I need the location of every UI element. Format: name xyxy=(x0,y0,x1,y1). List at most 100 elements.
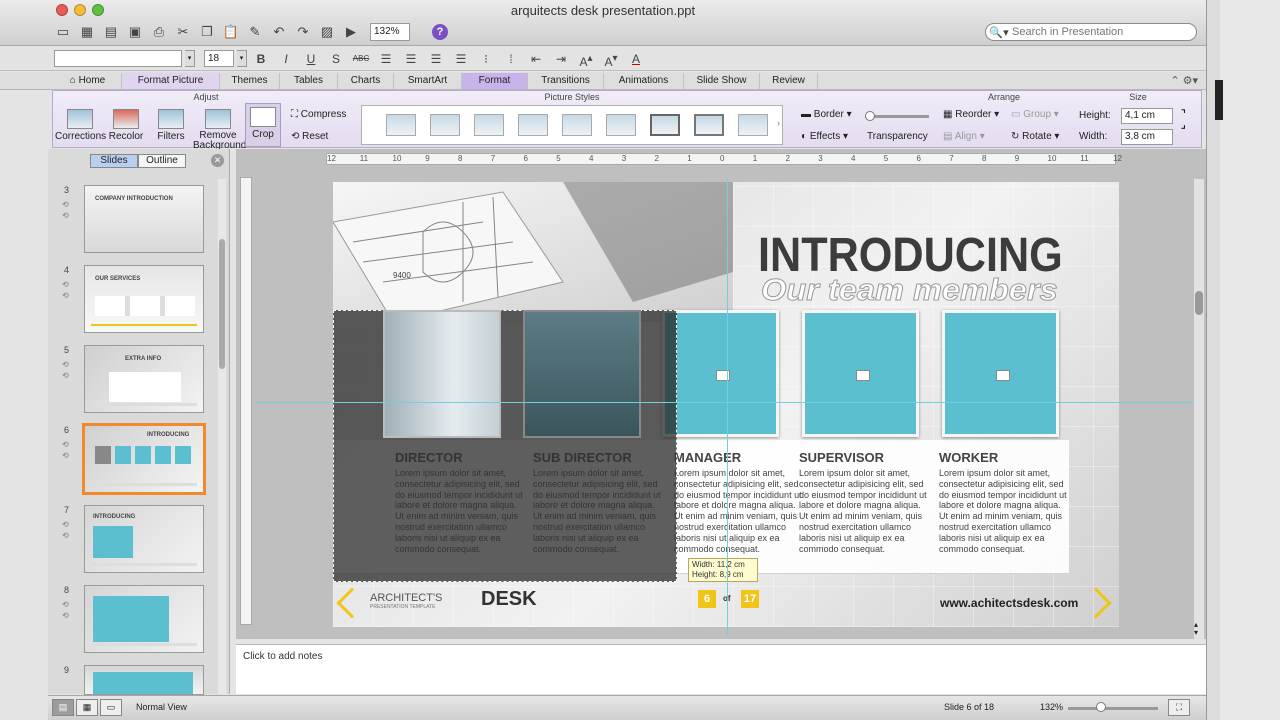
print-icon[interactable]: ⎙ xyxy=(148,22,170,42)
member-sub-director[interactable]: SUB DIRECTOR Lorem ipsum dolor sit amet,… xyxy=(533,450,663,554)
slideshow-view-icon[interactable]: ▭ xyxy=(100,699,122,716)
slideshow-icon[interactable]: ▶ xyxy=(340,22,362,42)
slide-subtitle[interactable]: Our team members xyxy=(760,272,1058,308)
rotate-button[interactable]: ↻ Rotate ▾ xyxy=(1011,131,1059,142)
slide-thumbnail-5[interactable]: 5 ⟲ ⟲ EXTRA INFO xyxy=(48,345,230,421)
compress-button[interactable]: ⛶ Compress xyxy=(291,109,346,120)
close-panel-icon[interactable]: ✕ xyxy=(211,154,224,167)
picture-style-5[interactable] xyxy=(562,114,592,136)
transparency-slider[interactable] xyxy=(865,111,929,121)
font-size-dropdown[interactable]: ▾ xyxy=(237,50,247,67)
tab-outline[interactable]: Outline xyxy=(138,154,186,168)
vertical-guide[interactable] xyxy=(727,179,728,635)
member-director[interactable]: DIRECTOR Lorem ipsum dolor sit amet, con… xyxy=(395,450,525,554)
recolor-button[interactable]: Recolor xyxy=(105,109,147,142)
notes-pane[interactable]: Click to add notes xyxy=(236,644,1206,694)
picture-styles-gallery[interactable]: › xyxy=(361,105,783,145)
slide-thumbnail-6[interactable]: 6 ⟲ ⟲ INTRODUCING xyxy=(48,423,230,501)
tab-charts[interactable]: Charts xyxy=(338,73,394,89)
align-button[interactable]: ▤ Align ▾ xyxy=(943,131,985,142)
undo-icon[interactable]: ↶ xyxy=(268,22,290,42)
filters-button[interactable]: Filters xyxy=(151,109,191,142)
tab-transitions[interactable]: Transitions xyxy=(528,73,604,89)
normal-view-icon[interactable]: ▤ xyxy=(52,699,74,716)
picture-style-4[interactable] xyxy=(518,114,548,136)
insert-picture-icon[interactable]: ▨ xyxy=(316,22,338,42)
align-right-icon[interactable]: ☰ xyxy=(425,50,447,68)
reset-button[interactable]: ⟲ Reset xyxy=(291,131,328,142)
save-icon[interactable]: ▣ xyxy=(124,22,146,42)
picture-style-2[interactable] xyxy=(430,114,460,136)
redo-icon[interactable]: ↷ xyxy=(292,22,314,42)
photo-placeholder-supervisor[interactable] xyxy=(802,310,919,437)
photo-placeholder-worker[interactable] xyxy=(942,310,1059,437)
numbering-icon[interactable]: ⁞ xyxy=(500,50,522,68)
slide-thumbnail-8[interactable]: 8 ⟲ ⟲ xyxy=(48,585,230,661)
increase-indent-icon[interactable]: ⇥ xyxy=(550,50,572,68)
zoom-slider[interactable] xyxy=(1068,702,1158,712)
tab-slide-show[interactable]: Slide Show xyxy=(684,73,760,89)
open-icon[interactable]: ▤ xyxy=(100,22,122,42)
font-name-field[interactable] xyxy=(54,50,182,67)
slide-thumbnail-3[interactable]: 3 ⟲ ⟲ COMPANY INTRODUCTION xyxy=(48,185,230,261)
effects-button[interactable]: ◐ Effects ▾ xyxy=(801,131,848,142)
picture-style-6[interactable] xyxy=(606,114,636,136)
bullets-icon[interactable]: ⁝ xyxy=(475,50,497,68)
picture-style-8[interactable] xyxy=(694,114,724,136)
page-nav-icon[interactable]: ▴ ▾ xyxy=(1194,621,1198,637)
bold-button[interactable]: B xyxy=(250,50,272,68)
increase-font-icon[interactable]: A▴ xyxy=(575,50,597,69)
shadow-button[interactable]: S xyxy=(325,50,347,68)
decrease-font-icon[interactable]: A▾ xyxy=(600,50,622,69)
border-button[interactable]: ▬ Border ▾ xyxy=(801,109,852,120)
remove-background-button[interactable]: Remove Background xyxy=(193,109,246,151)
search-box[interactable]: 🔍▾ xyxy=(985,23,1197,41)
canvas-scrollbar[interactable]: ▴ ▾ xyxy=(1194,179,1204,639)
slides-panel-scrollbar[interactable] xyxy=(218,179,226,694)
picture-style-7[interactable] xyxy=(650,114,680,136)
group-button[interactable]: ▭ Group ▾ xyxy=(1011,109,1059,120)
height-field[interactable]: 4,1 cm xyxy=(1121,108,1173,124)
strikethrough-button[interactable]: ABC xyxy=(350,50,372,68)
reorder-button[interactable]: ▦ Reorder ▾ xyxy=(943,109,999,120)
horizontal-guide[interactable] xyxy=(256,402,1196,403)
search-input[interactable] xyxy=(1012,26,1192,38)
member-manager[interactable]: MANAGER Lorem ipsum dolor sit amet, cons… xyxy=(674,450,804,554)
member-worker[interactable]: WORKER Lorem ipsum dolor sit amet, conse… xyxy=(939,450,1069,554)
photo-placeholder-manager[interactable] xyxy=(662,310,779,437)
align-left-icon[interactable]: ☰ xyxy=(375,50,397,68)
slide-thumbnail-7[interactable]: 7 ⟲ ⟲ INTRODUCING xyxy=(48,505,230,581)
paste-icon[interactable]: 📋 xyxy=(220,22,242,42)
picture-style-9[interactable] xyxy=(738,114,768,136)
width-field[interactable]: 3,8 cm xyxy=(1121,129,1173,145)
tab-tables[interactable]: Tables xyxy=(280,73,338,89)
slide-thumbnail-4[interactable]: 4 ⟲ ⟲ OUR SERVICES xyxy=(48,265,230,341)
zoom-field[interactable]: 132% xyxy=(370,23,410,41)
templates-icon[interactable]: ▦ xyxy=(76,22,98,42)
tab-format[interactable]: Format xyxy=(462,73,528,89)
gallery-scroll-icon[interactable]: › xyxy=(777,118,780,128)
corrections-button[interactable]: Corrections xyxy=(55,109,106,142)
tab-review[interactable]: Review xyxy=(760,73,818,89)
font-color-icon[interactable]: A xyxy=(625,50,647,68)
fit-window-icon[interactable]: ⛶ xyxy=(1168,699,1190,716)
copy-icon[interactable]: ❐ xyxy=(196,22,218,42)
slide-sorter-icon[interactable]: ▦ xyxy=(76,699,98,716)
picture-style-3[interactable] xyxy=(474,114,504,136)
align-center-icon[interactable]: ☰ xyxy=(400,50,422,68)
tab-format-picture[interactable]: Format Picture xyxy=(122,73,220,89)
font-name-dropdown[interactable]: ▾ xyxy=(185,50,195,67)
member-supervisor[interactable]: SUPERVISOR Lorem ipsum dolor sit amet, c… xyxy=(799,450,929,554)
tab-animations[interactable]: Animations xyxy=(604,73,684,89)
picture-style-1[interactable] xyxy=(386,114,416,136)
tab-smartart[interactable]: SmartArt xyxy=(394,73,462,89)
help-button[interactable]: ? xyxy=(432,24,448,40)
justify-icon[interactable]: ☰ xyxy=(450,50,472,68)
font-size-field[interactable]: 18 xyxy=(204,50,234,67)
crop-button[interactable]: Crop xyxy=(245,103,281,147)
ribbon-options-icon[interactable]: ⌃ ⚙▾ xyxy=(1170,74,1198,87)
tab-slides[interactable]: Slides xyxy=(90,154,138,168)
cut-icon[interactable]: ✂ xyxy=(172,22,194,42)
decrease-indent-icon[interactable]: ⇤ xyxy=(525,50,547,68)
italic-button[interactable]: I xyxy=(275,50,297,68)
